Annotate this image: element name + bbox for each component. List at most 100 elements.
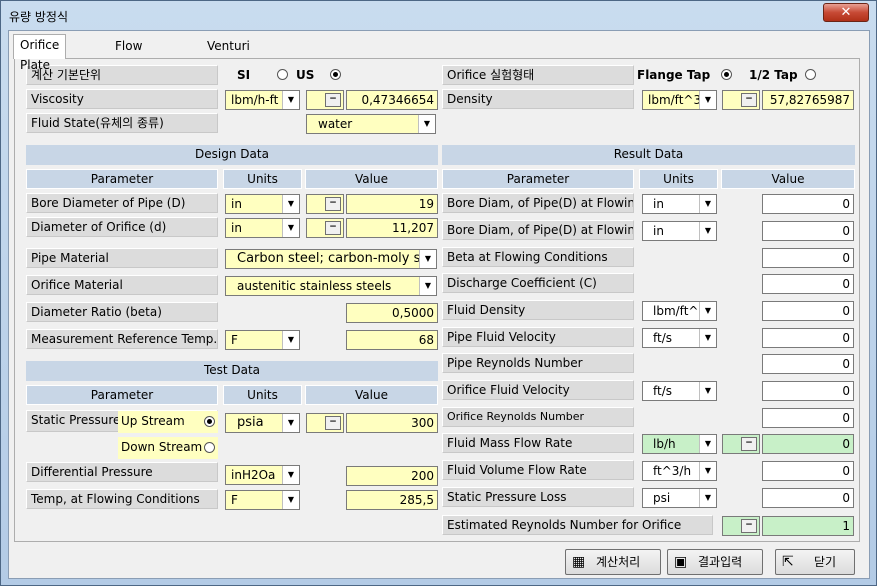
- static-pressure-value[interactable]: 300: [346, 413, 438, 433]
- result-value[interactable]: 0: [762, 328, 854, 348]
- floppy-disk-icon: ▣: [674, 554, 688, 570]
- diameter-ratio-value[interactable]: 0,5000: [346, 303, 438, 323]
- minus-button[interactable]: −: [325, 93, 341, 107]
- result-unit-select[interactable]: ft/s ▼: [642, 328, 717, 348]
- density-unit-select[interactable]: lbm/ft^3 ▼: [642, 90, 717, 110]
- result-param-label: Bore Diam, of Pipe(D) at Flowing: [442, 220, 634, 240]
- measurement-temp-unit-select[interactable]: F ▼: [225, 330, 300, 350]
- chevron-down-icon: ▼: [699, 462, 716, 480]
- orifice-sign-field: −: [306, 218, 344, 238]
- save-results-button[interactable]: ▣ 결과입력: [667, 549, 763, 575]
- result-unit-select[interactable]: lb/h ▼: [642, 434, 717, 454]
- density-value[interactable]: 57,82765987: [762, 90, 854, 110]
- result-unit-text: lbm/ft^3: [653, 304, 707, 318]
- result-value[interactable]: 0: [762, 301, 854, 321]
- result-unit-text: lb/h: [653, 437, 676, 451]
- bore-diameter-value[interactable]: 19: [346, 194, 438, 214]
- test-col-value: Value: [305, 385, 438, 405]
- close-button-label: 닫기: [814, 555, 837, 569]
- result-value[interactable]: 0: [762, 354, 854, 374]
- close-button[interactable]: ⇱ 닫기: [775, 549, 855, 575]
- result-param-label: Fluid Mass Flow Rate: [442, 433, 634, 453]
- est-reynolds-sign-field: −: [722, 516, 760, 536]
- viscosity-value[interactable]: 0,47346654: [346, 90, 438, 110]
- chevron-down-icon: ▼: [419, 277, 436, 295]
- up-stream-radio[interactable]: [204, 416, 215, 427]
- calculate-button[interactable]: ▦ 계산처리: [565, 549, 661, 575]
- tab-venturi-tube[interactable]: Venturi Tube: [201, 36, 256, 73]
- est-reynolds-label: Estimated Reynolds Number for Orifice: [442, 515, 713, 535]
- tab-orifice-plate[interactable]: Orifice Plate: [13, 34, 67, 72]
- result-param-label: Fluid Density: [442, 300, 634, 320]
- pipe-material-select[interactable]: Carbon steel; carbon-moly steel ▼: [225, 249, 437, 269]
- density-label: Density: [442, 89, 634, 109]
- us-radio[interactable]: [330, 69, 341, 80]
- result-value[interactable]: 0: [762, 488, 854, 508]
- result-param-label: Pipe Reynolds Number: [442, 353, 634, 373]
- tab-flow-nozzle[interactable]: Flow Nozzle: [109, 36, 161, 73]
- orifice-diameter-value[interactable]: 11,207: [346, 218, 438, 238]
- half-tap-radio[interactable]: [805, 69, 816, 80]
- fluid-state-label: Fluid State(유체의 종류): [26, 113, 218, 133]
- chevron-down-icon: ▼: [699, 195, 716, 213]
- result-value[interactable]: 0: [762, 381, 854, 401]
- viscosity-sign-field: −: [306, 90, 344, 110]
- result-unit-text: ft^3/h: [653, 464, 692, 478]
- close-window-button[interactable]: ✕: [823, 3, 869, 22]
- result-unit-select[interactable]: ft^3/h ▼: [642, 461, 717, 481]
- us-label: US: [296, 68, 315, 82]
- bore-diameter-unit-select[interactable]: in ▼: [225, 194, 300, 214]
- static-pressure-unit-select[interactable]: psia ▼: [225, 413, 300, 433]
- minus-button[interactable]: −: [325, 197, 341, 211]
- chevron-down-icon: ▼: [282, 195, 299, 213]
- differential-pressure-unit-select[interactable]: inH2Oa ▼: [225, 465, 300, 485]
- flowing-temp-value[interactable]: 285,5: [346, 490, 438, 510]
- result-unit-select[interactable]: lbm/ft^3 ▼: [642, 301, 717, 321]
- temp-unit-text: F: [231, 493, 238, 507]
- differential-pressure-value[interactable]: 200: [346, 466, 438, 486]
- minus-button[interactable]: −: [741, 437, 757, 451]
- design-col-parameter: Parameter: [26, 169, 218, 189]
- minus-button[interactable]: −: [325, 416, 341, 430]
- result-value[interactable]: 0: [762, 221, 854, 241]
- result-value[interactable]: 0: [762, 434, 854, 454]
- measurement-temp-value[interactable]: 68: [346, 330, 438, 350]
- chevron-down-icon: ▼: [282, 331, 299, 349]
- result-unit-select[interactable]: psi ▼: [642, 488, 717, 508]
- viscosity-unit-select[interactable]: lbm/h-ft ▼: [225, 90, 300, 110]
- minus-button[interactable]: −: [741, 93, 757, 107]
- diameter-ratio-label: Diameter Ratio (beta): [26, 302, 218, 322]
- result-unit-select[interactable]: ft/s ▼: [642, 381, 717, 401]
- flange-tap-radio[interactable]: [721, 69, 732, 80]
- orifice-material-text: austenitic stainless steels: [237, 279, 392, 293]
- chevron-down-icon: ▼: [282, 91, 299, 109]
- result-value[interactable]: 0: [762, 194, 854, 214]
- result-unit-text: in: [653, 197, 664, 211]
- result-value[interactable]: 0: [762, 248, 854, 268]
- flowing-temp-label: Temp, at Flowing Conditions: [26, 489, 218, 509]
- result-value[interactable]: 0: [762, 274, 854, 294]
- si-radio[interactable]: [277, 69, 288, 80]
- minus-button[interactable]: −: [741, 519, 757, 533]
- chevron-down-icon: ▼: [699, 222, 716, 240]
- chevron-down-icon: ▼: [699, 91, 716, 109]
- chevron-down-icon: ▼: [418, 115, 435, 133]
- chevron-down-icon: ▼: [282, 219, 299, 237]
- down-stream-radio[interactable]: [204, 442, 215, 453]
- orifice-material-select[interactable]: austenitic stainless steels ▼: [225, 276, 437, 296]
- result-col-parameter: Parameter: [442, 169, 634, 189]
- chevron-down-icon: ▼: [419, 250, 436, 268]
- result-unit-select[interactable]: in ▼: [642, 194, 717, 214]
- result-data-header: Result Data: [442, 145, 855, 165]
- minus-button[interactable]: −: [325, 221, 341, 235]
- result-value[interactable]: 0: [762, 408, 854, 428]
- result-value[interactable]: 0: [762, 461, 854, 481]
- result-param-label: Orifice Reynolds Number: [442, 407, 634, 427]
- est-reynolds-value[interactable]: 1: [762, 516, 854, 536]
- result-unit-select[interactable]: in ▼: [642, 221, 717, 241]
- flowing-temp-unit-select[interactable]: F ▼: [225, 490, 300, 510]
- bore-sign-field: −: [306, 194, 344, 214]
- chevron-down-icon: ▼: [282, 414, 299, 432]
- orifice-diameter-unit-select[interactable]: in ▼: [225, 218, 300, 238]
- fluid-state-select[interactable]: water ▼: [306, 114, 436, 134]
